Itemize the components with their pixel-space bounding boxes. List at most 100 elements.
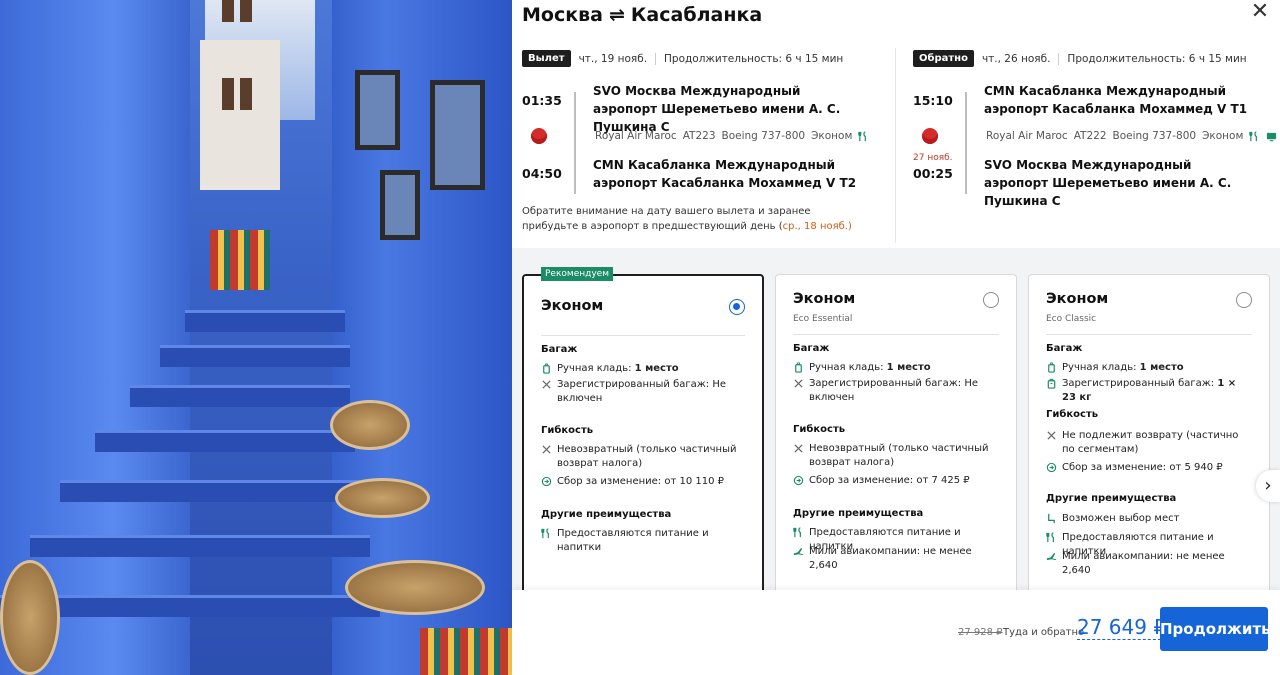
- flexibility-title: Гибкость: [1046, 409, 1099, 420]
- benefit-meals: Предоставляются питание и напитки: [541, 527, 746, 555]
- hand-luggage-icon: [1048, 362, 1055, 373]
- aircraft-type: Boeing 737-800: [1112, 130, 1197, 142]
- entertainment-icon: [1267, 132, 1277, 141]
- change-fee-text: Сбор за изменение: от 7 425 ₽: [809, 475, 970, 486]
- other-benefits-title: Другие преимущества: [793, 508, 924, 519]
- return-date: чт., 26 нояб.: [981, 52, 1051, 65]
- fare-name: Эконом: [541, 298, 604, 314]
- return-arr-date: 27 нояб.: [913, 153, 953, 163]
- flight-details-panel: Москва ⇌ Касабланка ✕ Вылет чт., 19 нояб…: [512, 0, 1280, 675]
- origin-city: Москва: [522, 4, 603, 26]
- miles-icon: [793, 547, 804, 556]
- airline-name: Royal Air Maroc: [986, 130, 1068, 142]
- cabin-class: Эконом: [1202, 130, 1244, 142]
- checked-baggage-text: Зарегистрированный багаж: Не включен: [809, 378, 979, 403]
- benefit-text: Предоставляются питание и напитки: [557, 528, 709, 553]
- flight-number: AT223: [682, 130, 716, 142]
- change-fee: Сбор за изменение: от 7 425 ₽: [793, 474, 998, 488]
- flexibility-title: Гибкость: [541, 425, 594, 436]
- suitcase-icon: [1047, 378, 1056, 389]
- old-price: 27 928 ₽: [958, 627, 1003, 638]
- other-benefits-title: Другие преимущества: [1046, 493, 1177, 504]
- refund-policy: Не подлежит возврату (частично по сегмен…: [1046, 429, 1251, 457]
- seat-icon: [1048, 513, 1055, 524]
- meal-icon: [858, 130, 867, 141]
- cross-icon: [1047, 431, 1056, 440]
- return-leg: Обратно чт., 26 нояб. Продолжительность:…: [913, 50, 1280, 208]
- outbound-arr-airport: CMN Касабланка Международный аэропорт Ка…: [593, 158, 857, 190]
- flexibility-title: Гибкость: [793, 424, 846, 435]
- meal-icon: [541, 528, 549, 539]
- notice-date: ср., 18 нояб.: [782, 221, 848, 232]
- close-icon[interactable]: ✕: [1250, 1, 1270, 23]
- hand-luggage-label: Ручная кладь:: [809, 362, 887, 373]
- benefit-text: Мили авиакомпании: не менее 2,640: [1062, 551, 1225, 576]
- fare-radio[interactable]: [983, 292, 999, 308]
- hand-luggage-label: Ручная кладь:: [557, 363, 635, 374]
- change-fee: Сбор за изменение: от 10 110 ₽: [541, 475, 746, 489]
- outbound-leg: Вылет чт., 19 нояб. Продолжительность: 6…: [522, 50, 902, 194]
- continue-button[interactable]: Продолжить: [1160, 607, 1271, 651]
- recommend-badge: Рекомендуем: [541, 267, 613, 281]
- baggage-title: Багаж: [541, 344, 578, 355]
- destination-photo: [0, 0, 512, 675]
- chevron-right-icon[interactable]: ›: [1256, 470, 1280, 502]
- arrival-notice: Обратите внимание на дату вашего вылета …: [522, 204, 852, 234]
- hand-luggage-icon: [795, 362, 802, 373]
- fare-radio[interactable]: [729, 299, 745, 315]
- outbound-dep-airport: SVO Москва Международный аэропорт Шереме…: [593, 84, 841, 134]
- booking-screen: Москва ⇌ Касабланка ✕ Вылет чт., 19 нояб…: [0, 0, 1280, 675]
- hand-luggage-value: 1 место: [634, 363, 679, 374]
- fare-card-eco-classic[interactable]: Эконом Eco Classic Багаж Ручная кладь: 1…: [1028, 274, 1270, 604]
- cross-icon: [542, 380, 551, 389]
- airline-logo-icon: [922, 128, 938, 144]
- cross-icon: [794, 444, 803, 453]
- route-title: Москва ⇌ Касабланка: [522, 4, 762, 26]
- notice-text: Обратите внимание на дату вашего вылета …: [522, 206, 811, 232]
- outbound-date: чт., 19 нояб.: [578, 52, 648, 65]
- checked-baggage-text: Зарегистрированный багаж: Не включен: [557, 379, 727, 404]
- notice-close-paren: ): [847, 221, 852, 232]
- checked-baggage: Зарегистрированный багаж: 1 × 23 кг: [1046, 377, 1251, 405]
- meal-icon: [793, 527, 801, 538]
- outbound-duration: Продолжительность: 6 ч 15 мин: [664, 52, 844, 65]
- benefit-seats: Возможен выбор мест: [1046, 512, 1251, 526]
- price-label: Туда и обратно: [1003, 627, 1085, 638]
- outbound-flight-info: Royal Air Maroc AT223 Boeing 737-800 Эко…: [595, 130, 869, 142]
- benefit-miles: Мили авиакомпании: не менее 2,640: [793, 545, 998, 573]
- refund-policy: Невозвратный (только частичный возврат н…: [541, 443, 746, 471]
- airline-name: Royal Air Maroc: [595, 130, 677, 142]
- refund-text: Невозвратный (только частичный возврат н…: [809, 443, 989, 468]
- hand-luggage-value: 1 место: [1139, 362, 1184, 373]
- cross-icon: [794, 379, 803, 388]
- fare-options: Рекомендуем Эконом Багаж Ручная кладь: 1…: [512, 248, 1280, 604]
- refund-text: Невозвратный (только частичный возврат н…: [557, 444, 737, 469]
- return-dep-airport: CMN Касабланка Международный аэропорт Ка…: [984, 84, 1248, 116]
- aircraft-type: Boeing 737-800: [721, 130, 806, 142]
- fare-card-economy[interactable]: Рекомендуем Эконом Багаж Ручная кладь: 1…: [522, 267, 764, 604]
- exchange-icon: [541, 476, 552, 487]
- checked-baggage: Зарегистрированный багаж: Не включен: [541, 378, 746, 406]
- benefit-miles: Мили авиакомпании: не менее 2,640: [1046, 550, 1251, 578]
- fare-card-eco-essential[interactable]: Эконом Eco Essential Багаж Ручная кладь:…: [775, 274, 1017, 604]
- checked-baggage: Зарегистрированный багаж: Не включен: [793, 377, 998, 405]
- hand-luggage: Ручная кладь: 1 место: [541, 362, 746, 376]
- outbound-tag: Вылет: [522, 50, 571, 67]
- refund-text: Не подлежит возврату (частично по сегмен…: [1062, 430, 1239, 455]
- fare-subname: Eco Essential: [793, 314, 853, 324]
- benefit-text: Мили авиакомпании: не менее 2,640: [809, 546, 972, 571]
- fare-radio[interactable]: [1236, 292, 1252, 308]
- hand-luggage-icon: [543, 363, 550, 374]
- hand-luggage: Ручная кладь: 1 место: [1046, 361, 1251, 375]
- hand-luggage: Ручная кладь: 1 место: [793, 361, 998, 375]
- other-benefits-title: Другие преимущества: [541, 509, 672, 520]
- hand-luggage-label: Ручная кладь:: [1062, 362, 1140, 373]
- total-price[interactable]: 27 649 ₽: [1077, 615, 1167, 640]
- refund-policy: Невозвратный (только частичный возврат н…: [793, 442, 998, 470]
- roundtrip-arrows-icon: ⇌: [608, 4, 625, 26]
- return-dep-time: 15:10: [913, 93, 953, 108]
- exchange-icon: [1046, 462, 1057, 473]
- meal-icon: [1046, 532, 1054, 543]
- outbound-arr-time: 04:50: [522, 166, 562, 181]
- fare-name: Эконом: [793, 291, 856, 307]
